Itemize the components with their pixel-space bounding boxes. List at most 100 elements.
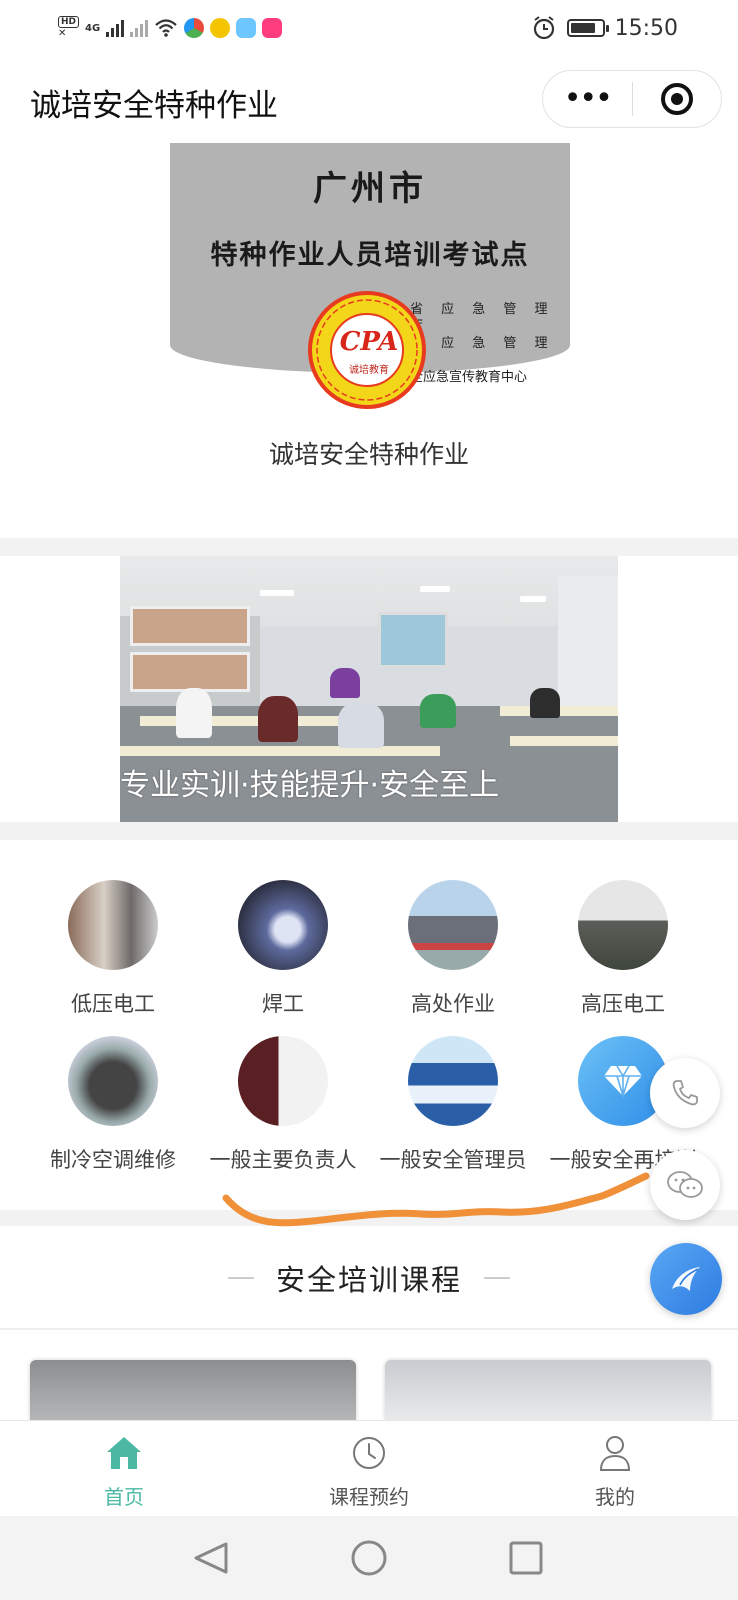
page-title: 诚培安全特种作业 <box>30 88 278 124</box>
app-notification-icon <box>184 18 205 38</box>
course-card[interactable] <box>30 1360 356 1420</box>
category-thumb <box>408 1036 498 1126</box>
photo-lamp <box>520 596 546 602</box>
back-icon[interactable] <box>194 1542 228 1574</box>
cpa-seal-logo: CPA 诚培教育 <box>308 291 426 409</box>
category-label: 高压电工 <box>581 992 665 1016</box>
logo-city: 广州市 <box>313 169 427 209</box>
photo-person <box>330 668 360 698</box>
section-divider-thin <box>0 1328 738 1330</box>
chat-icon <box>667 1171 703 1198</box>
photo-lamp <box>420 586 450 592</box>
photo-person <box>530 688 560 718</box>
home-nav-icon[interactable] <box>351 1540 387 1576</box>
orange-scribble-annotation <box>222 1172 650 1227</box>
category-height-work[interactable]: 高处作业 <box>368 880 538 1018</box>
photo-person <box>176 688 212 738</box>
more-dots-icon[interactable]: ••• <box>543 70 632 128</box>
tab-label: 课程预约 <box>329 1485 409 1509</box>
category-label: 焊工 <box>262 992 304 1016</box>
course-card[interactable] <box>385 1360 711 1420</box>
category-thumb <box>578 880 668 970</box>
phone-button[interactable] <box>650 1058 720 1128</box>
battery-icon <box>566 19 609 37</box>
seal-inner: CPA 诚培教育 <box>330 313 404 387</box>
category-thumb <box>68 880 158 970</box>
phone-icon <box>672 1080 698 1106</box>
wifi-icon <box>155 19 177 37</box>
network-type: 4G <box>85 22 101 34</box>
photo-desk <box>120 746 440 756</box>
status-time: 15:50 <box>614 15 678 41</box>
section-header: 安全培训课程 <box>0 1238 738 1318</box>
photo-desk <box>510 736 618 746</box>
photo-person <box>258 696 298 742</box>
chat-button[interactable] <box>650 1150 720 1220</box>
share-icon <box>672 1267 700 1291</box>
status-left-icons: HD ✕ 4G <box>58 6 283 50</box>
alarm-icon <box>533 16 554 40</box>
category-safety-manager[interactable]: 一般安全管理员 <box>368 1036 538 1174</box>
signal-icon <box>106 19 125 37</box>
tab-label: 首页 <box>104 1485 144 1509</box>
photo-lamp <box>260 590 294 596</box>
recents-icon[interactable] <box>509 1541 543 1575</box>
section-divider <box>0 822 738 840</box>
logo-subtitle: 特种作业人员培训考试点 <box>210 240 530 271</box>
category-thumb <box>238 1036 328 1126</box>
youku-icon <box>262 18 283 38</box>
photo-projector-screen <box>378 612 448 668</box>
category-label: 高处作业 <box>411 992 495 1016</box>
photo-person <box>338 702 384 748</box>
tab-label: 我的 <box>595 1485 635 1509</box>
section-line-left <box>227 1277 254 1279</box>
section-title: 安全培训课程 <box>275 1263 462 1297</box>
qq-browser-icon <box>236 18 257 38</box>
section-divider <box>0 538 738 556</box>
photo-caption: 专业实训·技能提升·安全至上 <box>120 768 500 803</box>
logo-org-lines: 省 应 急 管 理 厅 市 应 急 管 理 局 全应急宣传教育中心 <box>410 301 570 386</box>
target-close-icon[interactable] <box>633 83 722 115</box>
no-sim-icon: ✕ <box>58 28 67 39</box>
logo-banner[interactable]: 广州市 特种作业人员培训考试点 省 应 急 管 理 厅 市 应 急 管 理 局 … <box>170 143 570 423</box>
category-welder[interactable]: 焊工 <box>198 880 368 1018</box>
tab-home[interactable]: 首页 <box>54 1431 194 1510</box>
category-principal[interactable]: 一般主要负责人 <box>198 1036 368 1174</box>
bottom-tab-bar: 首页 课程预约 我的 <box>0 1420 738 1516</box>
org-line: 市 应 急 管 理 局 <box>410 336 555 368</box>
seal-cpa-text: CPA <box>339 327 399 357</box>
hd-badge: HD <box>58 16 80 28</box>
category-label: 低压电工 <box>71 992 155 1016</box>
user-icon <box>545 1431 685 1475</box>
tab-course-booking[interactable]: 课程预约 <box>299 1431 439 1510</box>
org-line: 全应急宣传教育中心 <box>410 370 528 385</box>
org-line: 省 应 急 管 理 厅 <box>410 302 555 334</box>
photo-window <box>130 652 250 692</box>
share-button[interactable] <box>650 1243 722 1315</box>
weibo-icon <box>210 18 231 38</box>
seal-name: 诚培教育 <box>349 365 389 376</box>
category-thumb <box>408 880 498 970</box>
nav-header: 诚培安全特种作业 ••• <box>0 60 738 140</box>
category-high-voltage[interactable]: 高压电工 <box>538 880 708 1018</box>
photo-window <box>130 606 250 646</box>
classroom-photo-banner[interactable]: 专业实训·技能提升·安全至上 <box>120 556 618 822</box>
home-icon <box>54 1431 194 1475</box>
photo-person <box>420 694 456 728</box>
network-indicator: HD ✕ <box>58 16 80 40</box>
clock-icon <box>299 1431 439 1475</box>
category-thumb <box>238 880 328 970</box>
mini-program-capsule: ••• <box>542 70 722 128</box>
category-low-voltage[interactable]: 低压电工 <box>28 880 198 1018</box>
signal-2-icon <box>130 19 149 37</box>
tab-mine[interactable]: 我的 <box>545 1431 685 1510</box>
category-grid: 低压电工 焊工 高处作业 高压电工 制冷空调维修 一般主要负责人 一般安全管理员 <box>0 840 738 1210</box>
brand-caption: 诚培安全特种作业 <box>268 440 469 469</box>
system-navigation-bar <box>0 1516 738 1600</box>
status-bar: HD ✕ 4G 15:50 <box>0 0 738 56</box>
section-line-right <box>484 1277 510 1279</box>
category-thumb <box>68 1036 158 1126</box>
category-label: 制冷空调维修 <box>50 1148 176 1172</box>
status-right-icons: 15:50 <box>531 8 678 48</box>
category-refrigeration[interactable]: 制冷空调维修 <box>28 1036 198 1174</box>
